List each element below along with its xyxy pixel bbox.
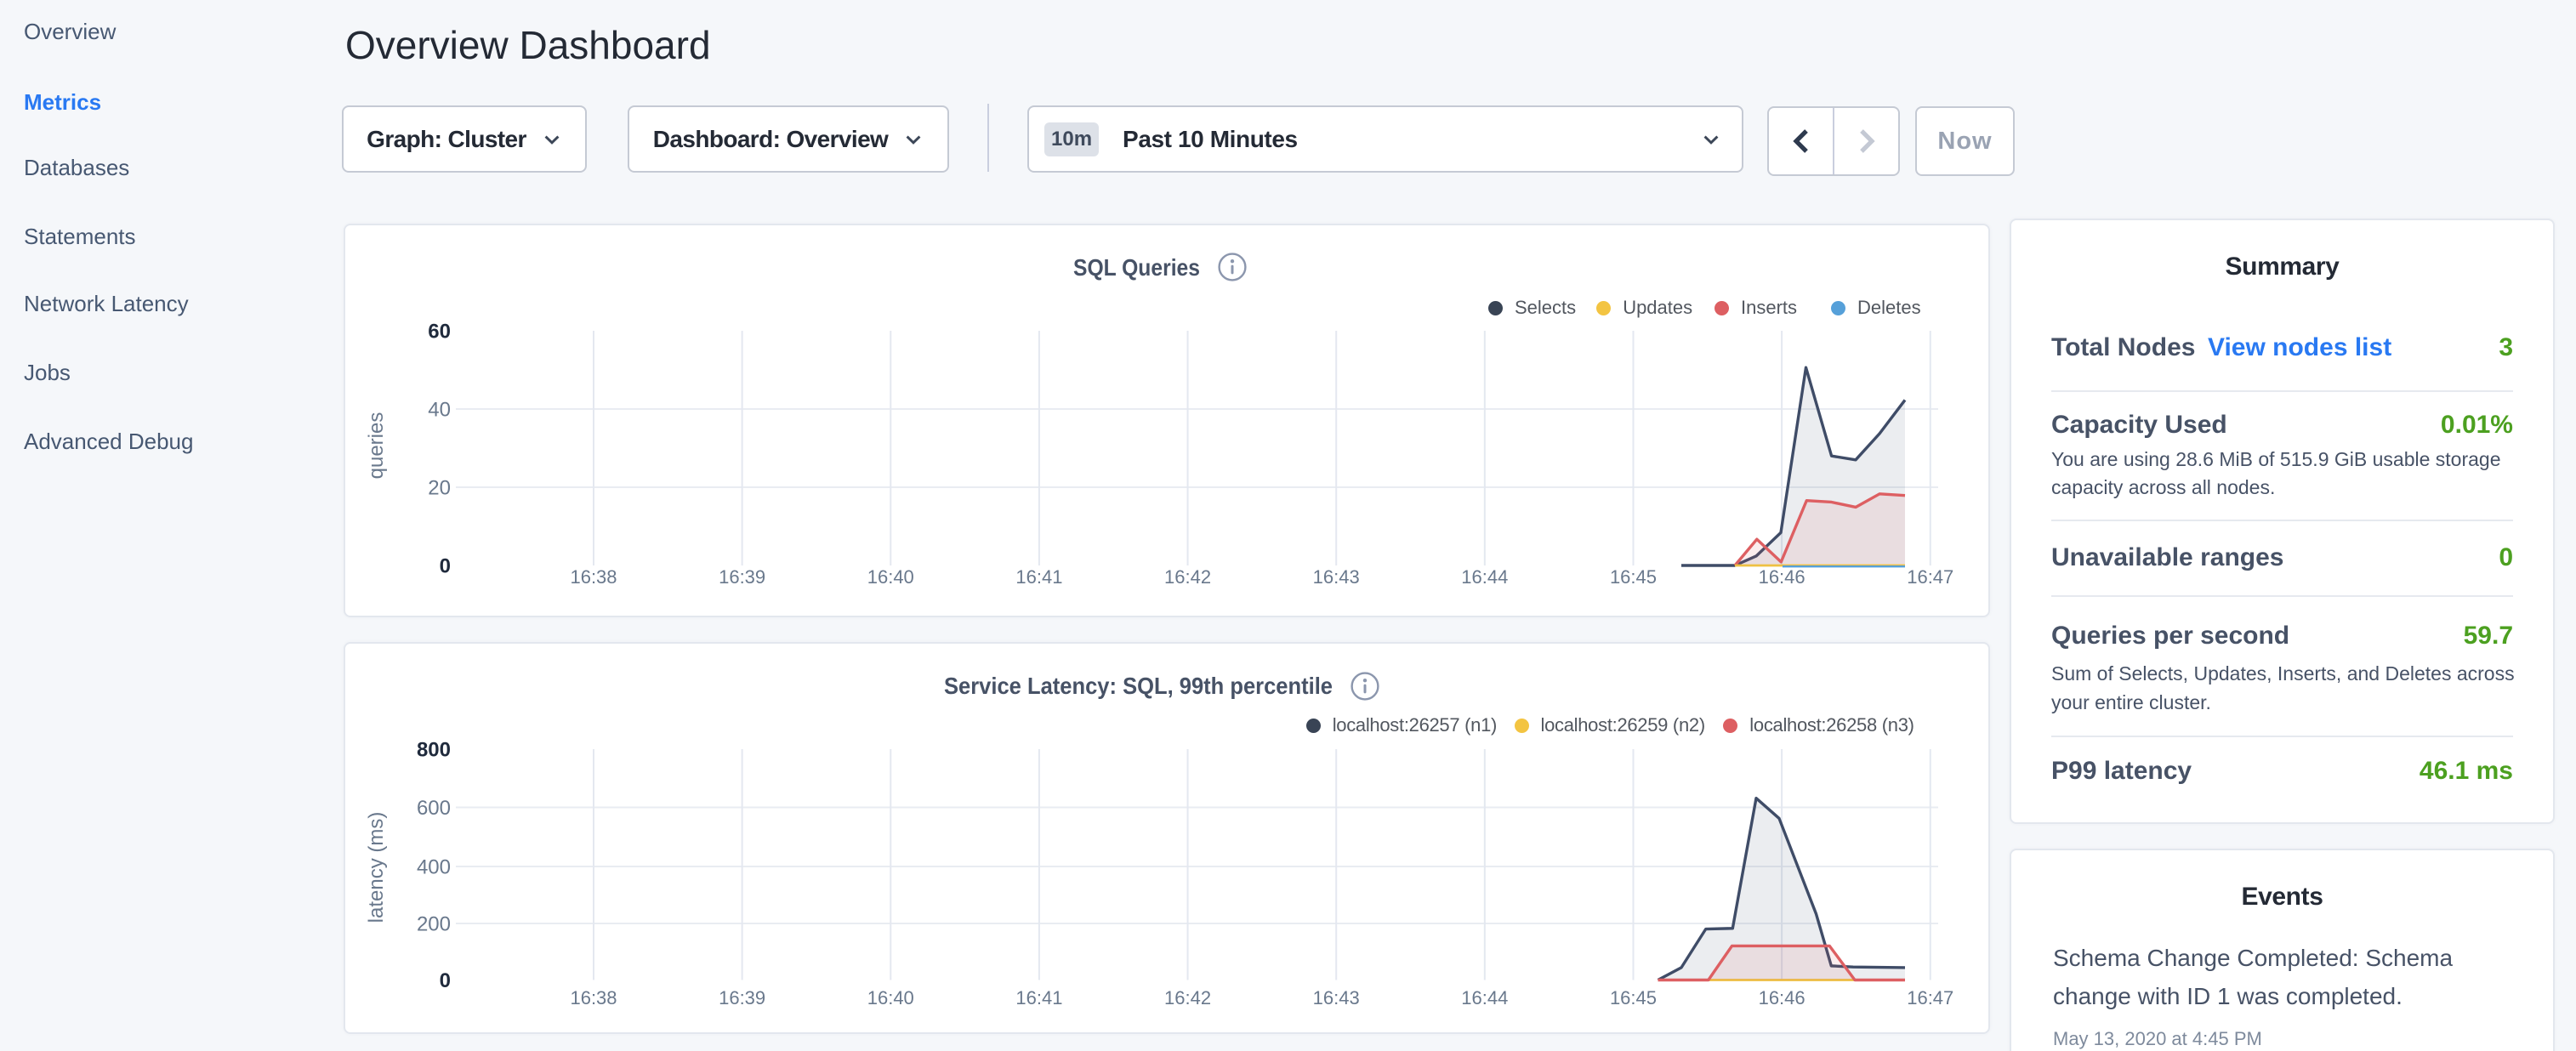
svg-text:200: 200 [417,913,451,936]
svg-text:60: 60 [428,321,451,344]
svg-text:16:39: 16:39 [719,987,765,1008]
svg-text:0: 0 [440,555,451,578]
svg-text:16:46: 16:46 [1759,987,1805,1008]
svg-text:16:45: 16:45 [1610,987,1657,1008]
svg-text:40: 40 [428,399,451,422]
svg-text:16:42: 16:42 [1164,566,1211,588]
svg-text:16:41: 16:41 [1015,987,1062,1008]
svg-text:20: 20 [428,477,451,500]
svg-text:latency (ms): latency (ms) [365,812,388,923]
svg-text:16:40: 16:40 [867,566,914,588]
svg-text:16:44: 16:44 [1461,566,1508,588]
svg-text:16:38: 16:38 [570,987,617,1008]
svg-text:16:42: 16:42 [1164,987,1211,1008]
svg-text:16:39: 16:39 [719,566,765,588]
svg-text:0: 0 [440,969,451,992]
svg-text:queries: queries [365,412,388,480]
svg-text:16:47: 16:47 [1907,987,1953,1008]
svg-text:600: 600 [417,797,451,820]
svg-text:16:43: 16:43 [1313,566,1360,588]
svg-text:16:41: 16:41 [1015,566,1062,588]
svg-text:800: 800 [417,739,451,762]
svg-text:16:44: 16:44 [1461,987,1508,1008]
svg-text:16:46: 16:46 [1759,566,1805,588]
svg-text:16:45: 16:45 [1610,566,1657,588]
svg-text:400: 400 [417,856,451,879]
svg-text:16:38: 16:38 [570,566,617,588]
svg-text:16:40: 16:40 [867,987,914,1008]
svg-text:16:47: 16:47 [1907,566,1953,588]
svg-text:16:43: 16:43 [1313,987,1360,1008]
